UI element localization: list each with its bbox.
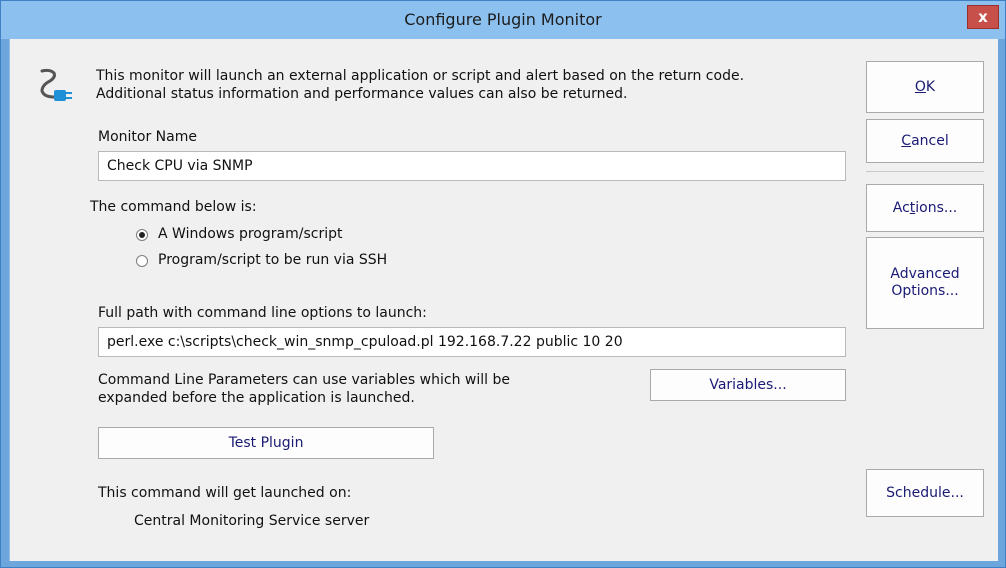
advanced-options-button[interactable]: Advanced Options... <box>866 237 984 329</box>
radio-ssh-program[interactable]: Program/script to be run via SSH <box>136 251 476 271</box>
description-line-1: This monitor will launch an external app… <box>96 68 745 84</box>
cancel-accelerator: C <box>901 132 912 149</box>
radio-ssh-label: Program/script to be run via SSH <box>158 252 388 268</box>
monitor-name-label: Monitor Name <box>98 129 197 145</box>
dialog-body: This monitor will launch an external app… <box>9 39 998 561</box>
monitor-name-input[interactable]: Check CPU via SNMP <box>98 151 846 181</box>
advanced-label-line-1: Advanced <box>890 266 960 282</box>
description: This monitor will launch an external app… <box>96 67 744 103</box>
actions-label-rest: ions... <box>915 199 958 216</box>
command-help-line-2: expanded before the application is launc… <box>98 390 415 406</box>
radio-button-selected[interactable] <box>136 229 148 241</box>
command-help-line-1: Command Line Parameters can use variable… <box>98 372 510 388</box>
command-path-label: Full path with command line options to l… <box>98 305 427 321</box>
ok-accelerator: O <box>914 78 926 95</box>
variables-button[interactable]: Variables... <box>650 369 846 401</box>
close-button[interactable]: x <box>967 5 999 29</box>
launch-target-value: Central Monitoring Service server <box>134 513 370 529</box>
window-title: Configure Plugin Monitor <box>404 10 602 29</box>
schedule-button[interactable]: Schedule... <box>866 469 984 517</box>
cancel-label-rest: ancel <box>911 132 949 149</box>
radio-windows-program[interactable]: A Windows program/script <box>136 225 436 245</box>
command-type-label: The command below is: <box>90 199 257 215</box>
radio-windows-label: A Windows program/script <box>158 226 343 242</box>
actions-button[interactable]: Ac t ions... <box>866 184 984 232</box>
cancel-button[interactable]: Cancel <box>866 119 984 163</box>
test-plugin-button[interactable]: Test Plugin <box>98 427 434 459</box>
button-separator <box>866 171 984 172</box>
command-help-text: Command Line Parameters can use variable… <box>98 371 510 407</box>
dialog-window: Configure Plugin Monitor x This monitor … <box>0 0 1006 568</box>
launch-location-label: This command will get launched on: <box>98 485 352 501</box>
command-path-input[interactable]: perl.exe c:\scripts\check_win_snmp_cpulo… <box>98 327 846 357</box>
description-line-2: Additional status information and perfor… <box>96 86 628 102</box>
plugin-connector-icon <box>40 68 72 101</box>
title-bar[interactable]: Configure Plugin Monitor x <box>1 1 1005 39</box>
actions-label-pre: Ac <box>892 199 910 216</box>
ok-button[interactable]: OK <box>866 61 984 113</box>
radio-button-unselected[interactable] <box>136 255 148 267</box>
advanced-label-line-2: Options... <box>891 283 959 299</box>
ok-label-rest: K <box>925 78 936 95</box>
